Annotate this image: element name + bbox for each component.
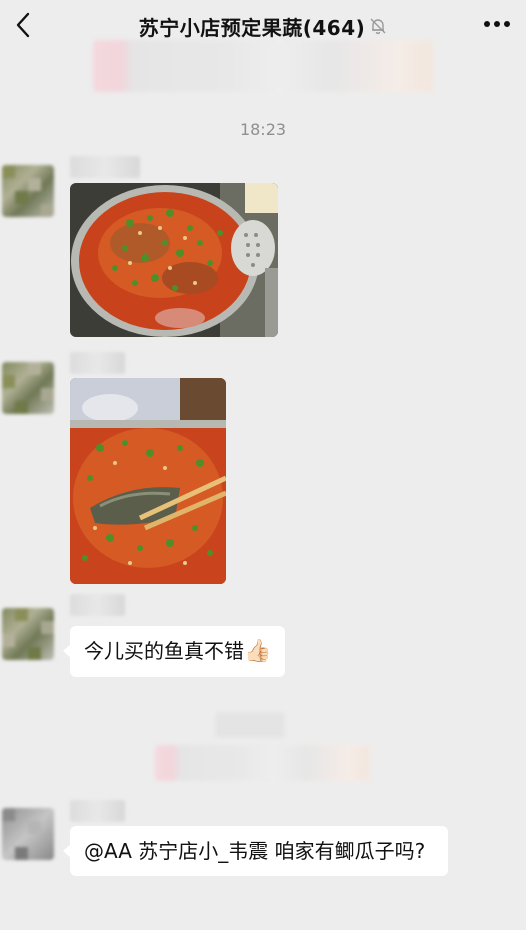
ellipsis-icon bbox=[484, 21, 510, 27]
chat-title: 苏宁小店预定果蔬(464) bbox=[0, 12, 526, 41]
more-button[interactable] bbox=[482, 12, 512, 36]
image-message[interactable] bbox=[70, 378, 226, 584]
image-message[interactable] bbox=[70, 183, 278, 337]
message-text: 今儿买的鱼真不错 bbox=[84, 639, 244, 663]
sender-name bbox=[70, 800, 125, 822]
sender-name bbox=[70, 352, 125, 374]
blurred-system-notice bbox=[215, 712, 285, 738]
blurred-system-notice bbox=[93, 40, 433, 92]
text-message-bubble[interactable]: 今儿买的鱼真不错👍🏻 bbox=[62, 626, 286, 677]
food-photo-fish-hotpot bbox=[70, 183, 278, 337]
member-count: (464) bbox=[302, 16, 366, 40]
thumbs-up-icon: 👍🏻 bbox=[244, 639, 272, 664]
food-photo-fish-chopsticks bbox=[70, 378, 226, 584]
message-text: @AA 苏宁店小_韦震 咱家有鲫瓜子吗? bbox=[84, 839, 426, 863]
sender-name bbox=[70, 594, 125, 616]
message-timestamp: 18:23 bbox=[239, 120, 287, 139]
text-message-bubble[interactable]: @AA 苏宁店小_韦震 咱家有鲫瓜子吗? bbox=[63, 826, 448, 876]
avatar[interactable] bbox=[2, 808, 54, 860]
blurred-system-notice bbox=[155, 745, 370, 781]
sender-name bbox=[70, 156, 140, 178]
avatar[interactable] bbox=[2, 362, 54, 414]
avatar[interactable] bbox=[2, 608, 54, 660]
avatar[interactable] bbox=[2, 165, 54, 217]
group-name: 苏宁小店预定果蔬 bbox=[138, 16, 303, 40]
bell-off-icon bbox=[369, 16, 387, 40]
